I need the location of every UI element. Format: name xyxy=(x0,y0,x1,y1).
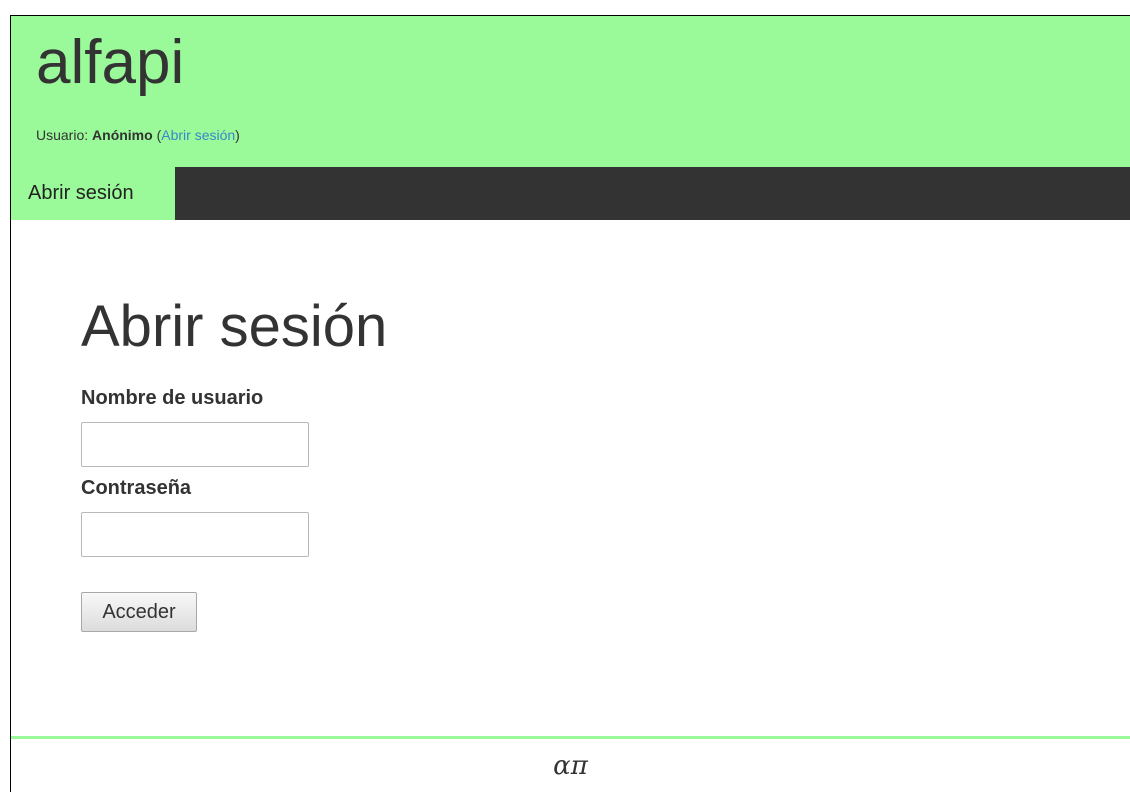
username-field[interactable] xyxy=(81,422,309,467)
site-title[interactable]: alfapi xyxy=(36,26,184,100)
password-field[interactable] xyxy=(81,512,309,557)
nav-bar: Abrir sesión xyxy=(11,167,1130,220)
login-link[interactable]: Abrir sesión xyxy=(161,127,235,143)
site-footer: απ xyxy=(11,736,1130,792)
submit-button[interactable]: Acceder xyxy=(81,592,197,632)
page-title: Abrir sesión xyxy=(81,294,388,359)
tab-login[interactable]: Abrir sesión xyxy=(11,167,175,220)
username-label: Nombre de usuario xyxy=(81,387,264,409)
password-label: Contraseña xyxy=(81,477,192,499)
close-paren: ) xyxy=(235,127,240,143)
user-prefix: Usuario: xyxy=(36,127,93,143)
site-header: alfapi Usuario: Anónimo (Abrir sesión) xyxy=(11,16,1130,167)
footer-logo: απ xyxy=(553,751,588,781)
user-name: Anónimo xyxy=(92,127,153,143)
page-frame: alfapi Usuario: Anónimo (Abrir sesión) A… xyxy=(10,15,1130,792)
open-paren: ( xyxy=(152,127,162,143)
user-status: Usuario: Anónimo (Abrir sesión) xyxy=(36,126,240,144)
